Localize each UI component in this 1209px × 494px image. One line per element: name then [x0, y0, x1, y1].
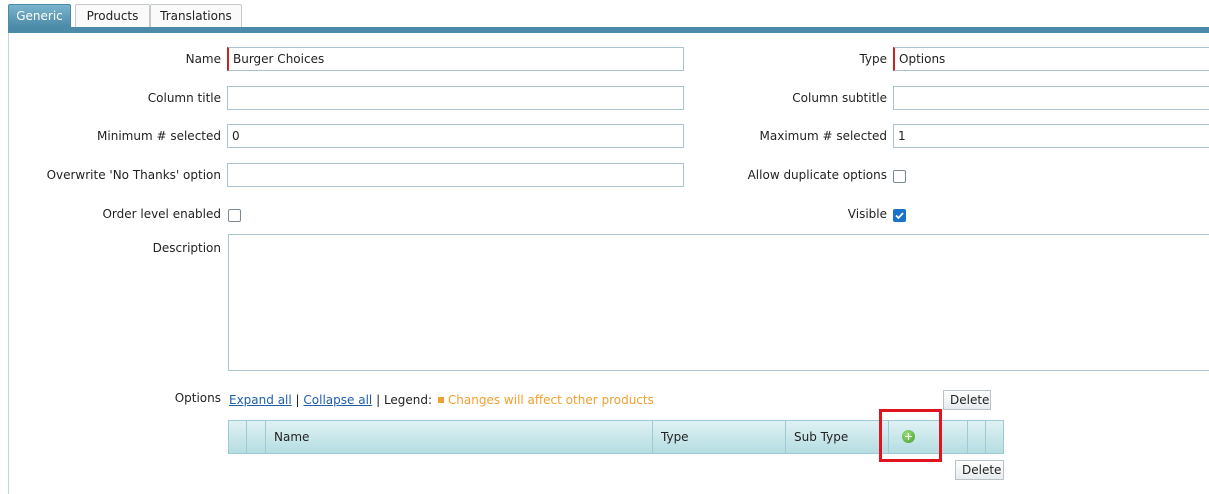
column-title-label: Column title: [147, 91, 221, 105]
visible-label: Visible: [847, 207, 887, 221]
checkmark-icon: [895, 212, 904, 220]
tab-generic[interactable]: Generic: [8, 4, 71, 27]
allow-duplicate-checkbox[interactable]: [893, 170, 906, 183]
delete-button-bottom[interactable]: Delete: [955, 460, 1004, 480]
order-level-label: Order level enabled: [102, 207, 221, 221]
legend-text: Changes will affect other products: [447, 393, 654, 407]
visible-checkbox[interactable]: [893, 209, 906, 222]
name-input[interactable]: Burger Choices: [227, 47, 684, 71]
column-subtitle-label: Column subtitle: [792, 91, 887, 105]
highlight-box: [879, 409, 942, 462]
tab-translations[interactable]: Translations: [150, 4, 242, 27]
grid-extra-column: [968, 421, 986, 453]
expand-all-link[interactable]: Expand all: [229, 393, 292, 407]
type-input[interactable]: Options: [893, 47, 1209, 71]
collapse-all-link[interactable]: Collapse all: [303, 393, 372, 407]
overwrite-no-thanks-input[interactable]: [227, 163, 684, 187]
tab-products[interactable]: Products: [75, 4, 150, 27]
legend-label: | Legend:: [376, 393, 433, 407]
options-toolbar: Expand all | Collapse all | Legend: Chan…: [229, 392, 654, 408]
allow-duplicate-label: Allow duplicate options: [747, 168, 887, 182]
type-label: Type: [859, 52, 887, 66]
tab-bar: Generic Products Translations: [0, 0, 1209, 28]
max-selected-label: Maximum # selected: [759, 129, 887, 143]
options-separator: |: [295, 393, 300, 407]
column-title-input[interactable]: [227, 86, 684, 110]
name-label: Name: [185, 52, 221, 66]
grid-col-subtype[interactable]: Sub Type: [786, 421, 889, 453]
min-selected-label: Minimum # selected: [97, 129, 221, 143]
legend-swatch: [437, 397, 444, 403]
grid-col-type[interactable]: Type: [653, 421, 786, 453]
grid-col-name[interactable]: Name: [266, 421, 653, 453]
overwrite-no-thanks-label: Overwrite 'No Thanks' option: [46, 168, 221, 182]
order-level-checkbox[interactable]: [228, 209, 241, 222]
description-textarea[interactable]: [228, 234, 1209, 371]
max-selected-input[interactable]: 1: [893, 124, 1209, 148]
grid-color-column: [247, 421, 266, 453]
min-selected-input[interactable]: 0: [227, 124, 684, 148]
column-subtitle-input[interactable]: [893, 86, 1209, 110]
grid-expand-column: [229, 421, 247, 453]
description-label: Description: [152, 241, 221, 255]
delete-button-top[interactable]: Delete: [943, 390, 991, 410]
options-label: Options: [174, 391, 221, 405]
